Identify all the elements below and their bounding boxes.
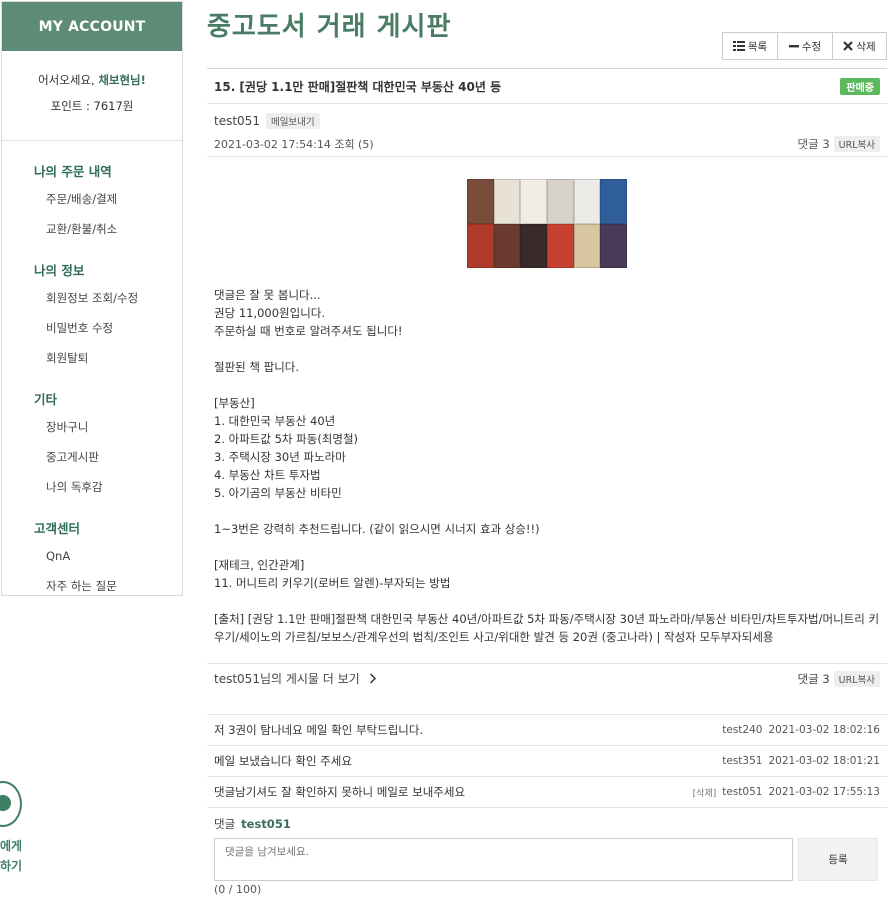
sidebar-title: 나의 주문 내역	[34, 164, 112, 179]
sidebar-section-info: 나의 정보 회원정보 조회/수정 비밀번호 수정 회원탈퇴	[2, 260, 182, 377]
reply-user: test051	[241, 817, 291, 831]
book-cover	[520, 179, 547, 224]
points: 포인트 : 7617원	[50, 99, 134, 113]
book-cover	[467, 179, 494, 224]
comment-delete-button[interactable]: [삭제]	[693, 786, 717, 799]
sidebar-item-cart[interactable]: 장바구니	[34, 416, 182, 446]
comment-date: 2021-03-02 18:01:21	[768, 755, 880, 767]
comment-author: test240	[722, 724, 763, 736]
post-header: 15. [권당 1.1만 판매]절판책 대한민국 부동산 40년 등 판매중	[207, 69, 887, 103]
list-button[interactable]: 목록	[722, 32, 778, 60]
book-photo	[467, 179, 627, 268]
comment-author: test051	[722, 785, 763, 798]
welcome-text: 어서오세요, 채보현님!	[2, 67, 182, 93]
welcome-box: 어서오세요, 채보현님! 포인트 : 7617원	[2, 51, 182, 141]
reply-form: 등록	[207, 838, 887, 881]
book-cover	[493, 179, 521, 224]
post-content: 댓글은 잘 못 봅니다... 권당 11,000원입니다. 주문하실 때 번호로…	[207, 156, 887, 660]
close-icon	[843, 41, 854, 51]
list-icon	[732, 41, 745, 51]
book-cover	[600, 179, 627, 224]
comment-text: 저 3권이 탐나네요 메일 확인 부탁드립니다.	[214, 723, 424, 737]
list-button-label: 목록	[747, 40, 768, 53]
sidebar-section-etc: 기타 장바구니 중고게시판 나의 독후감	[2, 389, 182, 506]
sidebar-item-exchange-refund[interactable]: 교환/환불/취소	[34, 218, 182, 248]
chat-label-line1: 에게	[0, 839, 23, 853]
page-title: 중고도서 거래 게시판	[207, 12, 452, 42]
account-sidebar: MY ACCOUNT 어서오세요, 채보현님! 포인트 : 7617원 나의 주…	[1, 1, 183, 596]
sidebar-item-faq[interactable]: 자주 하는 질문	[34, 575, 182, 605]
comment-item: 댓글남기셔도 잘 확인하지 못하니 메일로 보내주세요 [삭제] test051 2…	[207, 777, 887, 808]
post-author[interactable]: test051	[214, 114, 260, 128]
sidebar-title: 기타	[34, 392, 58, 407]
edit-button[interactable]: 수정	[777, 32, 833, 60]
char-counter: (0 / 100)	[214, 883, 262, 896]
sidebar-section-orders: 나의 주문 내역 주문/배송/결제 교환/환불/취소	[2, 161, 182, 248]
sidebar-title: 고객센터	[34, 521, 81, 536]
sidebar-item-withdraw[interactable]: 회원탈퇴	[34, 347, 182, 377]
book-cover	[467, 223, 494, 268]
comment-author: test351	[722, 755, 763, 767]
comment-date: 2021-03-02 17:55:13	[768, 785, 880, 798]
post-title: 15. [권당 1.1만 판매]절판책 대한민국 부동산 40년 등	[214, 79, 502, 94]
post-view: 15. [권당 1.1만 판매]절판책 대한민국 부동산 40년 등 판매중 t…	[207, 68, 887, 896]
comment-input[interactable]	[214, 838, 793, 881]
sidebar-item-reviews[interactable]: 나의 독후감	[34, 476, 182, 506]
chat-label[interactable]: 에게 하기	[0, 836, 22, 876]
delete-button[interactable]: 삭제	[832, 32, 887, 60]
welcome-prefix: 어서오세요,	[38, 73, 99, 87]
sidebar-item-qna[interactable]: QnA	[34, 545, 182, 575]
book-cover	[546, 223, 574, 268]
book-cover	[600, 223, 627, 268]
comment-text: 댓글남기셔도 잘 확인하지 못하니 메일로 보내주세요	[214, 785, 466, 799]
reply-label: 댓글	[214, 817, 236, 831]
post-meta: test051 메일보내기 2021-03-02 17:54:14 조회 (5)…	[207, 103, 887, 156]
sidebar-item-order-delivery[interactable]: 주문/배송/결제	[34, 188, 182, 218]
more-posts-label: test051님의 게시물 더 보기	[214, 672, 360, 686]
chat-label-line2: 하기	[0, 859, 23, 873]
comment-item: 메일 보냈습니다 확인 주세요 test351 2021-03-02 18:01:…	[207, 746, 887, 777]
sidebar-item-password[interactable]: 비밀번호 수정	[34, 317, 182, 347]
sidebar-header: MY ACCOUNT	[2, 2, 182, 51]
post-body: 댓글은 잘 못 봅니다... 권당 11,000원입니다. 주문하실 때 번호로…	[214, 288, 880, 644]
book-cover	[493, 223, 521, 268]
delete-button-label: 삭제	[856, 40, 876, 53]
sidebar-item-used-board[interactable]: 중고게시판	[34, 446, 182, 476]
comment-list: 저 3권이 탐나네요 메일 확인 부탁드립니다. test240 2021-03-…	[207, 714, 887, 808]
more-posts-row: test051님의 게시물 더 보기 댓글 3 URL복사	[207, 663, 887, 693]
sidebar-title: 나의 정보	[34, 263, 85, 278]
comment-date: 2021-03-02 18:02:16	[768, 724, 880, 736]
comment-count-bottom: 댓글 3	[797, 671, 830, 686]
chat-button[interactable]	[0, 781, 22, 827]
comment-count: 댓글 3	[797, 137, 830, 151]
url-copy-button-bottom[interactable]: URL복사	[833, 670, 880, 687]
more-posts-link[interactable]: test051님의 게시물 더 보기	[214, 670, 377, 687]
edit-button-label: 수정	[801, 40, 822, 53]
chat-icon	[0, 795, 11, 811]
book-cover	[573, 179, 601, 224]
sidebar-item-member-info[interactable]: 회원정보 조회/수정	[34, 287, 182, 317]
toolbar: 목록 수정 삭제	[722, 32, 887, 60]
username: 채보현님!	[98, 73, 146, 87]
chevron-right-icon	[369, 673, 376, 684]
post-datetime: 2021-03-02 17:54:14 조회 (5)	[214, 138, 374, 151]
reply-header: 댓글 test051	[207, 808, 887, 832]
comment-text: 메일 보냈습니다 확인 주세요	[214, 754, 352, 768]
url-copy-button[interactable]: URL복사	[833, 136, 880, 152]
book-cover	[546, 179, 574, 224]
comment-item: 저 3권이 탐나네요 메일 확인 부탁드립니다. test240 2021-03-…	[207, 715, 887, 746]
send-mail-button[interactable]: 메일보내기	[265, 113, 320, 129]
book-cover	[573, 223, 601, 268]
book-cover	[520, 223, 547, 268]
minus-icon	[788, 45, 799, 48]
sidebar-section-support: 고객센터 QnA 자주 하는 질문	[2, 518, 182, 605]
submit-comment-button[interactable]: 등록	[798, 838, 878, 881]
status-badge: 판매중	[840, 77, 880, 95]
